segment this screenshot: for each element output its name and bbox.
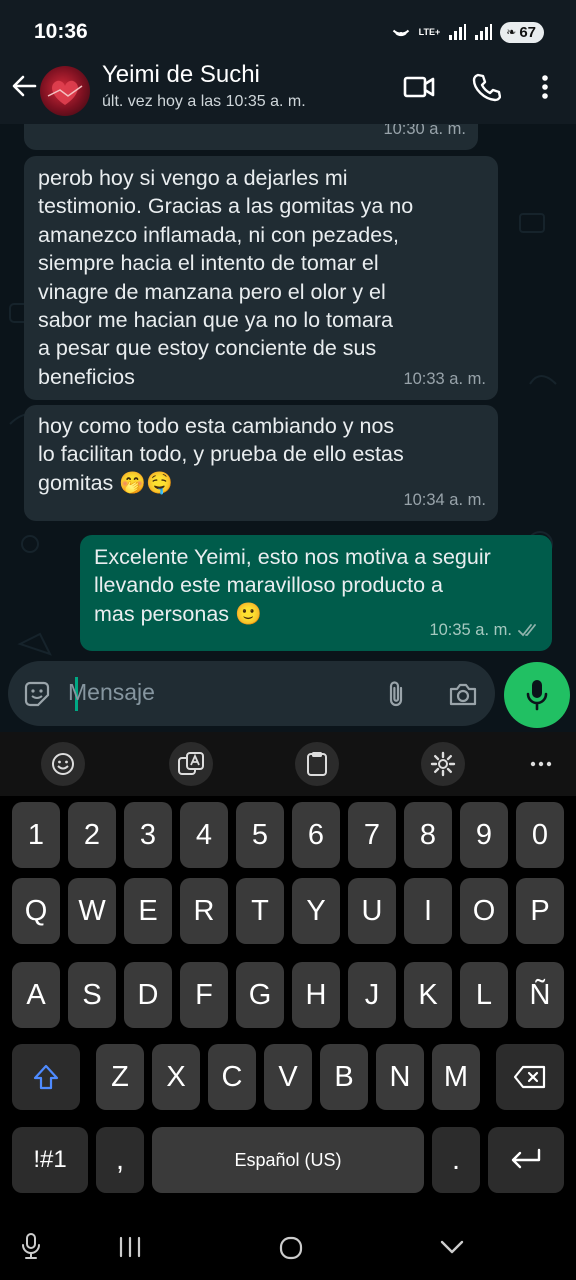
last-seen: últ. vez hoy a las 10:35 a. m. xyxy=(102,93,306,110)
microphone-icon xyxy=(526,680,548,711)
clipboard-button[interactable] xyxy=(295,742,339,786)
message-time: 10:35 a. m. xyxy=(429,616,540,644)
gear-icon xyxy=(430,751,456,777)
key-5[interactable]: 5 xyxy=(236,802,284,868)
message-bubble-outgoing[interactable]: Excelente Yeimi, esto nos motiva a segui… xyxy=(80,535,552,651)
message-input[interactable]: Mensaje xyxy=(68,679,155,706)
message-time: 10:30 a. m. xyxy=(383,124,466,138)
key-u[interactable]: U xyxy=(348,878,396,944)
comma-key[interactable]: , xyxy=(96,1127,144,1193)
backspace-icon xyxy=(513,1065,546,1089)
keyboard-toolbar xyxy=(0,732,576,796)
status-icons: LTE+ ❧ 67 xyxy=(391,20,544,44)
shift-icon xyxy=(33,1064,59,1090)
settings-button[interactable] xyxy=(421,742,465,786)
message-bubble-incoming[interactable]: 10:30 a. m. xyxy=(24,124,478,150)
symbols-key[interactable]: !#1 xyxy=(12,1127,88,1193)
key-2[interactable]: 2 xyxy=(68,802,116,868)
key-e[interactable]: E xyxy=(124,878,172,944)
key-6[interactable]: 6 xyxy=(292,802,340,868)
emoji-icon xyxy=(52,753,74,775)
key-n[interactable]: N xyxy=(376,1044,424,1110)
key-o[interactable]: O xyxy=(460,878,508,944)
battery-indicator: ❧ 67 xyxy=(500,21,544,43)
signal-icon-2 xyxy=(475,24,493,40)
key-f[interactable]: F xyxy=(180,962,228,1028)
status-time: 10:36 xyxy=(34,20,88,43)
key-d[interactable]: D xyxy=(124,962,172,1028)
space-bar[interactable]: Español (US) xyxy=(152,1127,424,1193)
home-icon[interactable] xyxy=(278,1235,304,1261)
battery-level: 67 xyxy=(519,23,536,41)
leaf-icon: ❧ xyxy=(506,25,517,39)
camera-icon[interactable] xyxy=(448,680,478,708)
key-p[interactable]: P xyxy=(516,878,564,944)
key-i[interactable]: I xyxy=(404,878,452,944)
chat-area[interactable]: 10:30 a. m. perob hoy si vengo a dejarle… xyxy=(0,124,576,732)
message-text: hoy como todo esta cambiando y nos lo fa… xyxy=(38,414,404,495)
message-time: 10:34 a. m. xyxy=(403,490,486,509)
voice-input-icon[interactable] xyxy=(20,1232,42,1260)
key-g[interactable]: G xyxy=(236,962,284,1028)
key-r[interactable]: R xyxy=(180,878,228,944)
translate-icon xyxy=(178,752,204,775)
key-c[interactable]: C xyxy=(208,1044,256,1110)
hotspot-icon xyxy=(392,29,409,37)
message-bubble-incoming[interactable]: perob hoy si vengo a dejarles mi testimo… xyxy=(24,156,498,400)
read-receipt-icon xyxy=(518,623,536,637)
key-a[interactable]: A xyxy=(12,962,60,1028)
more-options-icon[interactable] xyxy=(535,72,555,102)
hide-keyboard-icon[interactable] xyxy=(439,1238,465,1256)
key-k[interactable]: K xyxy=(404,962,452,1028)
emoji-keyboard-button[interactable] xyxy=(41,742,85,786)
avatar[interactable] xyxy=(40,66,90,116)
key-1[interactable]: 1 xyxy=(12,802,60,868)
attach-icon[interactable] xyxy=(384,679,408,709)
translate-button[interactable] xyxy=(169,742,213,786)
key-h[interactable]: H xyxy=(292,962,340,1028)
signal-icon xyxy=(449,24,467,40)
key-7[interactable]: 7 xyxy=(348,802,396,868)
key-0[interactable]: 0 xyxy=(516,802,564,868)
chat-header: Yeimi de Suchi últ. vez hoy a las 10:35 … xyxy=(0,52,576,124)
video-call-icon[interactable] xyxy=(403,72,435,102)
key-4[interactable]: 4 xyxy=(180,802,228,868)
key-t[interactable]: T xyxy=(236,878,284,944)
recents-icon[interactable] xyxy=(118,1236,142,1258)
system-nav-bar xyxy=(0,1200,576,1280)
message-bubble-incoming[interactable]: hoy como todo esta cambiando y nos lo fa… xyxy=(24,405,498,521)
sticker-icon[interactable] xyxy=(22,679,52,709)
key-9[interactable]: 9 xyxy=(460,802,508,868)
key-b[interactable]: B xyxy=(320,1044,368,1110)
key-3[interactable]: 3 xyxy=(124,802,172,868)
more-toolbar-icon[interactable] xyxy=(529,760,553,768)
key-x[interactable]: X xyxy=(152,1044,200,1110)
key-j[interactable]: J xyxy=(348,962,396,1028)
key-y[interactable]: Y xyxy=(292,878,340,944)
shift-key[interactable] xyxy=(12,1044,80,1110)
contact-name[interactable]: Yeimi de Suchi xyxy=(102,61,260,89)
key-l[interactable]: L xyxy=(460,962,508,1028)
voice-call-icon[interactable] xyxy=(471,72,501,102)
key-8[interactable]: 8 xyxy=(404,802,452,868)
key-z[interactable]: Z xyxy=(96,1044,144,1110)
clipboard-icon xyxy=(307,752,327,776)
network-type: LTE+ xyxy=(418,26,441,37)
message-text: perob hoy si vengo a dejarles mi testimo… xyxy=(38,166,414,389)
key-s[interactable]: S xyxy=(68,962,116,1028)
key-enye[interactable]: Ñ xyxy=(516,962,564,1028)
key-w[interactable]: W xyxy=(68,878,116,944)
key-v[interactable]: V xyxy=(264,1044,312,1110)
message-time: 10:33 a. m. xyxy=(403,369,486,388)
voice-message-button[interactable] xyxy=(504,662,570,728)
backspace-key[interactable] xyxy=(496,1044,564,1110)
enter-icon xyxy=(511,1148,541,1169)
key-q[interactable]: Q xyxy=(12,878,60,944)
back-arrow-icon[interactable] xyxy=(10,72,38,100)
message-input-container: Mensaje xyxy=(8,661,495,726)
keyboard: 1 2 3 4 5 6 7 8 9 0 Q W E R T Y U I O P … xyxy=(0,796,576,1200)
period-key[interactable]: . xyxy=(432,1127,480,1193)
enter-key[interactable] xyxy=(488,1127,564,1193)
key-m[interactable]: M xyxy=(432,1044,480,1110)
